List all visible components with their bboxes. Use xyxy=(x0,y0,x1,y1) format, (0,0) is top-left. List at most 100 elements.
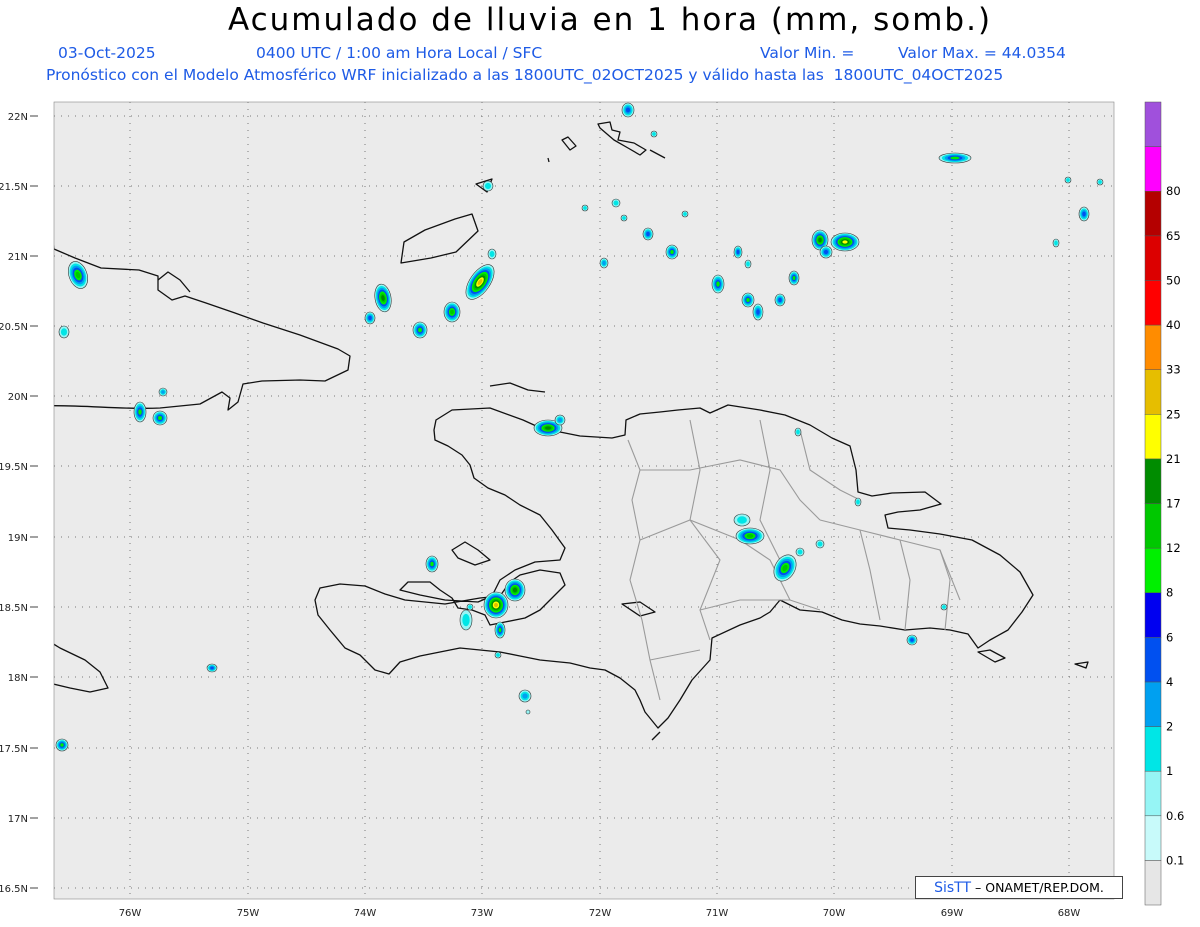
rain-contour xyxy=(736,249,740,255)
colorbar-swatch xyxy=(1144,503,1162,549)
rain-contour xyxy=(746,261,750,267)
rain-contour xyxy=(746,298,750,302)
colorbar-label: 80 xyxy=(1166,184,1181,198)
rain-contour xyxy=(796,429,800,435)
rain-contour xyxy=(746,534,754,538)
rain-contour xyxy=(462,613,470,627)
lat-label: 17N xyxy=(8,814,28,825)
rainfall-map: 22N 21.5N 21N 20.5N 20N 19.5N 19N 18.5N 18N 17.5N… xyxy=(0,101,1184,919)
colorbar-swatch xyxy=(1144,860,1162,906)
rain-contour xyxy=(817,541,823,547)
rain-contour xyxy=(512,587,518,593)
lat-label: 20N xyxy=(8,392,28,403)
colorbar-swatch xyxy=(1144,146,1162,192)
rain-contour xyxy=(842,240,848,244)
lon-label: 75W xyxy=(237,908,260,919)
lat-label: 19N xyxy=(8,533,28,544)
lon-label: 72W xyxy=(589,908,612,919)
colorbar-label: 0.6 xyxy=(1166,809,1184,823)
rain-contour xyxy=(498,627,502,633)
colorbar-swatch xyxy=(1144,547,1162,593)
lat-label: 21N xyxy=(8,252,28,263)
lon-label: 74W xyxy=(354,908,377,919)
colorbar-swatch xyxy=(1144,324,1162,370)
rain-contour xyxy=(942,605,946,609)
lat-label: 16.5N xyxy=(0,884,28,895)
colorbar-label: 65 xyxy=(1166,229,1181,243)
rain-contour xyxy=(716,281,720,287)
colorbar-swatch xyxy=(1144,280,1162,326)
colorbar-swatch xyxy=(1144,815,1162,861)
rain-contour xyxy=(468,605,472,609)
rain-contour xyxy=(1054,240,1058,246)
colorbar-swatch xyxy=(1144,235,1162,281)
rain-contour xyxy=(522,693,528,699)
colorbar-label: 0.1 xyxy=(1166,853,1184,867)
colorbar-label: 4 xyxy=(1166,675,1173,689)
rain-contour xyxy=(737,516,747,524)
rain-contour xyxy=(646,231,650,237)
colorbar-swatch xyxy=(1144,101,1162,147)
rain-contour xyxy=(910,638,914,642)
rain-contour xyxy=(496,653,500,657)
colorbar-label: 25 xyxy=(1166,407,1181,421)
colorbar-swatch xyxy=(1144,369,1162,415)
rain-contour xyxy=(430,561,434,567)
lon-label: 70W xyxy=(823,908,846,919)
rain-contour xyxy=(797,549,803,555)
colorbar-label: 6 xyxy=(1166,630,1173,644)
colorbar-swatch xyxy=(1144,414,1162,460)
colorbar-swatch xyxy=(1144,726,1162,772)
lat-label: 20.5N xyxy=(0,322,28,333)
latitude-labels: 22N 21.5N 21N 20.5N 20N 19.5N 19N 18.5N 18N 17.5N… xyxy=(0,112,38,895)
rain-contour xyxy=(418,327,422,333)
rain-contour xyxy=(622,216,626,220)
rain-contour xyxy=(950,156,960,160)
colorbar-swatch xyxy=(1144,681,1162,727)
rain-contour xyxy=(489,250,495,258)
rain-contour xyxy=(60,328,68,336)
rain-contour xyxy=(450,309,454,315)
rain-contour xyxy=(602,260,606,266)
colorbar-label: 40 xyxy=(1166,318,1181,332)
rain-contour xyxy=(138,409,142,415)
credit-box: SisTT – ONAMET/REP.DOM. xyxy=(915,876,1123,899)
rain-contour xyxy=(613,200,619,206)
lat-label: 21.5N xyxy=(0,182,28,193)
colorbar-swatch xyxy=(1144,190,1162,237)
colorbar-label: 17 xyxy=(1166,497,1181,511)
lon-label: 69W xyxy=(941,908,964,919)
colorbar-swatch xyxy=(1144,592,1162,638)
lat-label: 18N xyxy=(8,673,28,684)
rain-contour xyxy=(494,602,498,608)
rain-contour xyxy=(1066,178,1070,182)
rain-contour xyxy=(158,416,162,420)
rain-contour xyxy=(1082,211,1086,217)
rain-contour xyxy=(545,426,551,430)
lon-label: 68W xyxy=(1058,908,1081,919)
rain-contour xyxy=(756,309,760,315)
rain-contour xyxy=(792,276,796,280)
lon-label: 71W xyxy=(706,908,729,919)
map-plot-area xyxy=(54,102,1114,899)
colorbar: 0.10.612468121721253340506580 xyxy=(1144,101,1184,906)
rain-contour xyxy=(525,709,531,715)
rain-contour xyxy=(161,390,165,394)
rain-contour xyxy=(856,499,860,505)
colorbar-label: 12 xyxy=(1166,541,1181,555)
colorbar-label: 21 xyxy=(1166,452,1181,466)
colorbar-swatch xyxy=(1144,458,1162,504)
rain-contour xyxy=(823,249,829,255)
rain-contour xyxy=(60,743,64,747)
colorbar-label: 1 xyxy=(1166,764,1173,778)
colorbar-label: 8 xyxy=(1166,586,1173,600)
rain-contour xyxy=(368,315,372,321)
rain-contour xyxy=(557,417,563,423)
lat-label: 18.5N xyxy=(0,603,28,614)
lon-label: 73W xyxy=(471,908,494,919)
sistt-logo: SisTT xyxy=(934,880,972,896)
lat-label: 19.5N xyxy=(0,462,28,473)
rain-contour xyxy=(484,182,492,190)
lat-label: 22N xyxy=(8,112,28,123)
colorbar-swatch xyxy=(1144,770,1162,817)
